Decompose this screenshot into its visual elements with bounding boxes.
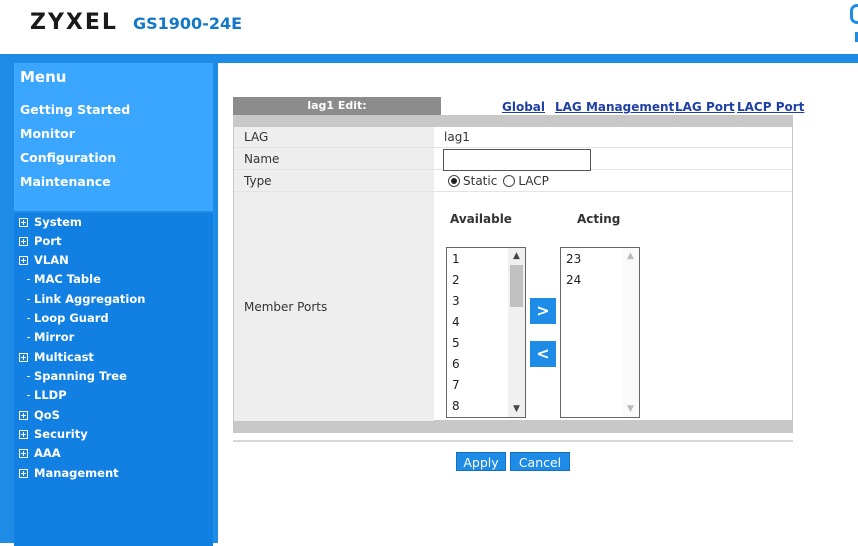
radio-empty-icon xyxy=(503,174,516,187)
radio-selected-icon xyxy=(448,174,460,187)
available-scrollbar[interactable]: ▲ ▼ xyxy=(508,248,525,417)
add-port-button[interactable]: > xyxy=(530,298,556,324)
model-name: GS1900-24E xyxy=(133,14,243,33)
nav-mac-table[interactable]: MAC Table xyxy=(27,272,101,286)
separator xyxy=(233,440,793,442)
menu-configuration[interactable]: Configuration xyxy=(20,150,116,165)
expand-plus-icon xyxy=(19,217,28,227)
type-static-radio[interactable]: Static xyxy=(448,174,497,188)
menu-maintenance[interactable]: Maintenance xyxy=(20,174,111,189)
type-lacp-radio[interactable]: LACP xyxy=(503,174,549,188)
expand-plus-icon xyxy=(19,468,28,478)
type-options: Static LACP xyxy=(448,170,555,191)
bullet-icon xyxy=(27,375,30,377)
bullet-icon xyxy=(27,278,30,280)
acting-ports-list[interactable]: 23 24 ▲ ▼ xyxy=(560,247,640,418)
page-title: lag1 Edit: xyxy=(233,97,441,115)
expand-plus-icon xyxy=(19,255,28,265)
lag-label: LAG xyxy=(234,127,434,147)
scroll-down-icon[interactable]: ▼ xyxy=(508,401,525,417)
tab-lacp-port[interactable]: LACP Port xyxy=(737,100,804,114)
scroll-down-icon[interactable]: ▼ xyxy=(622,401,639,417)
nav-qos[interactable]: QoS xyxy=(19,408,60,422)
expand-plus-icon xyxy=(19,352,28,362)
nav-mirror[interactable]: Mirror xyxy=(27,330,74,344)
form-top-strip xyxy=(233,115,793,126)
bullet-icon xyxy=(27,298,30,300)
header-band xyxy=(0,54,858,63)
scroll-up-icon[interactable]: ▲ xyxy=(508,248,525,264)
list-item[interactable]: 6 xyxy=(452,357,460,371)
top-header: ZYXEL GS1900-24E xyxy=(0,0,858,54)
zyxel-logo: ZYXEL xyxy=(30,10,118,35)
list-item[interactable]: 7 xyxy=(452,378,460,392)
list-item[interactable]: 3 xyxy=(452,294,460,308)
list-item[interactable]: 8 xyxy=(452,399,460,413)
cancel-button[interactable]: Cancel xyxy=(510,452,570,471)
expand-plus-icon xyxy=(19,410,28,420)
partial-corner-icon xyxy=(850,4,858,24)
acting-heading: Acting xyxy=(577,212,621,226)
row-lag: LAG lag1 xyxy=(234,127,792,148)
menu-title: Menu xyxy=(20,68,67,86)
menu-monitor[interactable]: Monitor xyxy=(20,126,75,141)
list-item[interactable]: 24 xyxy=(566,273,581,287)
name-input[interactable] xyxy=(443,149,591,171)
list-item[interactable]: 4 xyxy=(452,315,460,329)
list-item[interactable]: 5 xyxy=(452,336,460,350)
tab-lag-management[interactable]: LAG Management xyxy=(555,100,674,114)
menu-getting-started[interactable]: Getting Started xyxy=(20,102,130,117)
available-ports-list[interactable]: 1 2 3 4 5 6 7 8 ▲ ▼ xyxy=(446,247,526,418)
tab-lag-port[interactable]: LAG Port xyxy=(675,100,735,114)
nav-system[interactable]: System xyxy=(19,215,82,229)
bullet-icon xyxy=(27,317,30,319)
acting-scrollbar[interactable]: ▲ ▼ xyxy=(622,248,639,417)
name-label: Name xyxy=(234,148,434,169)
nav-vlan[interactable]: VLAN xyxy=(19,253,69,267)
nav-multicast[interactable]: Multicast xyxy=(19,350,94,364)
nav-spanning-tree[interactable]: Spanning Tree xyxy=(27,369,127,383)
scroll-up-icon[interactable]: ▲ xyxy=(622,248,639,264)
tab-global[interactable]: Global xyxy=(502,100,545,114)
member-ports-label: Member Ports xyxy=(234,192,434,421)
nav-link-aggregation[interactable]: Link Aggregation xyxy=(27,292,145,306)
list-item[interactable]: 2 xyxy=(452,273,460,287)
bullet-icon xyxy=(27,336,30,338)
expand-plus-icon xyxy=(19,236,28,246)
form-bottom-strip xyxy=(233,421,793,433)
bullet-icon xyxy=(27,394,30,396)
row-name: Name xyxy=(234,148,792,171)
list-item[interactable]: 1 xyxy=(452,252,460,266)
nav-aaa[interactable]: AAA xyxy=(19,446,61,460)
lag-edit-form: LAG lag1 Name Type Static LACP Member Po… xyxy=(233,126,793,421)
nav-lldp[interactable]: LLDP xyxy=(27,388,67,402)
apply-button[interactable]: Apply xyxy=(456,452,506,471)
remove-port-button[interactable]: < xyxy=(530,341,556,367)
list-item[interactable]: 23 xyxy=(566,252,581,266)
expand-plus-icon xyxy=(19,448,28,458)
lag-value: lag1 xyxy=(444,130,470,144)
nav-port[interactable]: Port xyxy=(19,234,62,248)
scroll-thumb[interactable] xyxy=(510,265,523,307)
type-label: Type xyxy=(234,170,434,191)
expand-plus-icon xyxy=(19,429,28,439)
nav-loop-guard[interactable]: Loop Guard xyxy=(27,311,109,325)
nav-security[interactable]: Security xyxy=(19,427,88,441)
nav-management[interactable]: Management xyxy=(19,466,119,480)
row-type: Type Static LACP xyxy=(234,170,792,192)
available-heading: Available xyxy=(450,212,512,226)
